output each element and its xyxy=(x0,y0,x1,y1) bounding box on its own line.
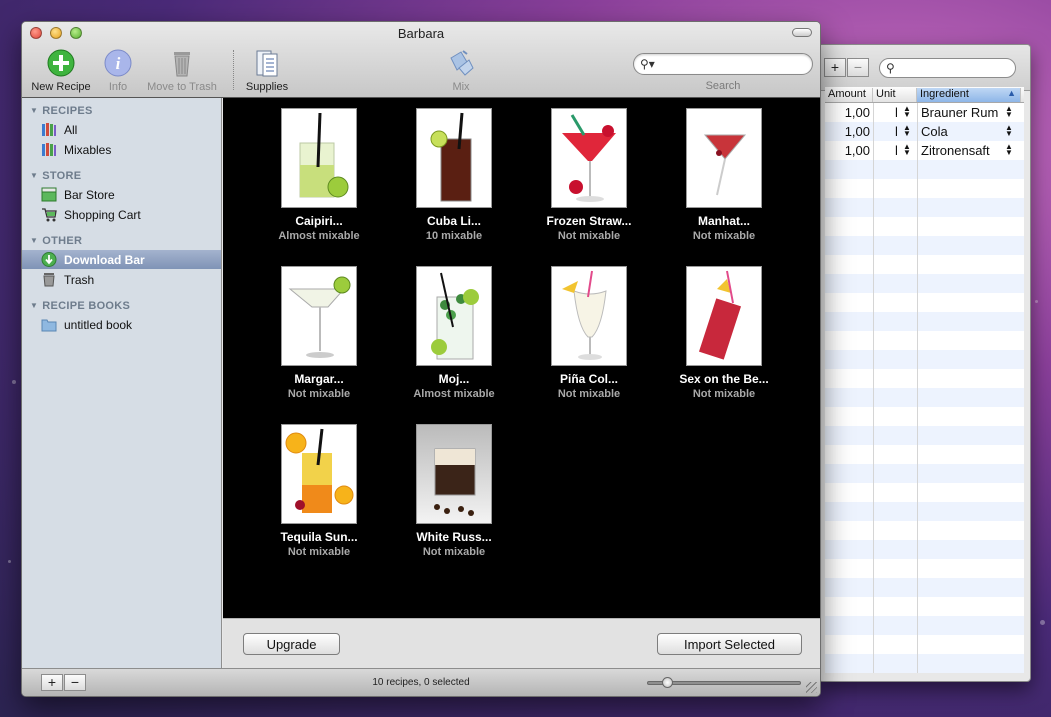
search-icon: ⚲▾ xyxy=(640,57,655,71)
recipe-thumbnail xyxy=(686,266,762,366)
add-ingredient-button[interactable]: + xyxy=(824,58,846,77)
recipe-thumbnail xyxy=(686,108,762,208)
resize-grip-icon[interactable] xyxy=(806,682,817,693)
recipe-item[interactable]: Manhat... Not mixable xyxy=(659,108,789,242)
main-window: Barbara New Recipe i Info Move to Trash xyxy=(21,21,821,697)
sidebar-item-untitled-book[interactable]: untitled book xyxy=(22,315,221,334)
ingredients-toolbar: + − ⚲ xyxy=(819,45,1030,91)
recipe-thumbnail xyxy=(551,266,627,366)
zoom-slider-knob[interactable] xyxy=(662,677,674,688)
toolbar-separator xyxy=(233,50,234,90)
recipe-thumbnail xyxy=(416,108,492,208)
info-button[interactable]: i Info xyxy=(102,48,134,93)
toolbar-toggle-button[interactable] xyxy=(792,28,812,37)
sidebar-section-recipes[interactable]: ▼ RECIPES xyxy=(30,105,93,117)
sidebar-item-bar-store[interactable]: Bar Store xyxy=(22,185,221,204)
search-label: Search xyxy=(705,80,741,92)
recipe-item[interactable]: Margar... Not mixable xyxy=(254,266,384,400)
recipe-thumbnail xyxy=(281,266,357,366)
popup-arrows-icon[interactable]: ▲ ▼ xyxy=(1005,143,1013,157)
stepper-icon[interactable]: ▲ ▼ xyxy=(903,124,911,138)
table-row[interactable]: 1,00 l ▲ ▼ Zitronensaft ▲ ▼ xyxy=(825,141,1024,160)
recipe-thumbnail xyxy=(281,424,357,524)
info-icon: i xyxy=(102,48,134,78)
stepper-icon[interactable]: ▲ ▼ xyxy=(903,143,911,157)
recipe-grid: Caipiri... Almost mixable Cuba Li... 10 … xyxy=(223,98,820,618)
books-icon xyxy=(41,122,57,137)
recipe-item[interactable]: Piña Col... Not mixable xyxy=(524,266,654,400)
trash-icon xyxy=(166,48,198,78)
books-icon xyxy=(41,142,57,157)
recipe-item[interactable]: Cuba Li... 10 mixable xyxy=(389,108,519,242)
disclosure-triangle-icon: ▼ xyxy=(30,236,39,245)
remove-ingredient-button[interactable]: − xyxy=(847,58,869,77)
recipe-item[interactable]: White Russ... Not mixable xyxy=(389,424,519,558)
new-recipe-button[interactable]: New Recipe xyxy=(29,48,93,93)
search-input[interactable] xyxy=(656,57,806,71)
ingredients-window: + − ⚲ Amount Unit Ingredient ▲ 1,00 l ▲ ▼… xyxy=(818,44,1031,682)
popup-arrows-icon[interactable]: ▲ ▼ xyxy=(1005,124,1013,138)
recipe-thumbnail xyxy=(551,108,627,208)
download-icon xyxy=(41,252,57,267)
move-to-trash-button[interactable]: Move to Trash xyxy=(142,48,222,93)
ingredients-table: 1,00 l ▲ ▼ Brauner Rum ▲ ▼ 1,00 l ▲ ▼ Cola … xyxy=(825,103,1024,673)
shaker-icon xyxy=(445,48,477,78)
window-title: Barbara xyxy=(397,26,445,41)
recipe-item[interactable]: Sex on the Be... Not mixable xyxy=(659,266,789,400)
sort-ascending-icon: ▲ xyxy=(1007,88,1016,98)
popup-arrows-icon[interactable]: ▲ ▼ xyxy=(1005,105,1013,119)
disclosure-triangle-icon: ▼ xyxy=(30,171,39,180)
recipe-item[interactable]: Caipiri... Almost mixable xyxy=(254,108,384,242)
plus-circle-icon xyxy=(45,48,77,78)
recipe-thumbnail xyxy=(281,108,357,208)
sidebar-item-all[interactable]: All xyxy=(22,120,221,139)
search-field[interactable]: ⚲▾ xyxy=(633,53,813,75)
sidebar: ▼ RECIPES All Mixables ▼ STORE Bar Store S… xyxy=(22,98,222,668)
status-bar: + − 10 recipes, 0 selected xyxy=(22,668,820,696)
column-header-unit[interactable]: Unit xyxy=(873,88,917,102)
column-header-ingredient[interactable]: Ingredient ▲ xyxy=(917,88,1021,102)
search-icon: ⚲ xyxy=(886,61,895,75)
supplies-icon xyxy=(251,48,283,78)
sidebar-section-other[interactable]: ▼ OTHER xyxy=(30,235,82,247)
ingredient-search-field[interactable]: ⚲ xyxy=(879,58,1016,78)
folder-icon xyxy=(41,317,57,332)
import-selected-button[interactable]: Import Selected xyxy=(657,633,802,655)
store-icon xyxy=(41,187,57,202)
trash-icon xyxy=(41,272,57,287)
disclosure-triangle-icon: ▼ xyxy=(30,301,39,310)
table-row[interactable]: 1,00 l ▲ ▼ Cola ▲ ▼ xyxy=(825,122,1024,141)
action-bar: Upgrade Import Selected xyxy=(223,618,820,668)
upgrade-button[interactable]: Upgrade xyxy=(243,633,340,655)
sidebar-item-shopping-cart[interactable]: Shopping Cart xyxy=(22,205,221,224)
mix-button[interactable]: Mix xyxy=(442,48,480,93)
recipe-thumbnail xyxy=(416,266,492,366)
svg-text:i: i xyxy=(116,54,121,73)
supplies-button[interactable]: Supplies xyxy=(242,48,292,93)
cart-icon xyxy=(41,207,57,222)
disclosure-triangle-icon: ▼ xyxy=(30,106,39,115)
sidebar-item-trash[interactable]: Trash xyxy=(22,270,221,289)
stepper-icon[interactable]: ▲ ▼ xyxy=(903,105,911,119)
table-row[interactable]: 1,00 l ▲ ▼ Brauner Rum ▲ ▼ xyxy=(825,103,1024,122)
column-header-amount[interactable]: Amount xyxy=(825,88,873,102)
sidebar-section-store[interactable]: ▼ STORE xyxy=(30,170,81,182)
recipe-item[interactable]: Moj... Almost mixable xyxy=(389,266,519,400)
sidebar-section-recipe-books[interactable]: ▼ RECIPE BOOKS xyxy=(30,300,130,312)
window-toolbar: Barbara New Recipe i Info Move to Trash xyxy=(22,22,820,98)
recipe-thumbnail xyxy=(416,424,492,524)
sidebar-item-download-bar[interactable]: Download Bar xyxy=(22,250,221,269)
sidebar-item-mixables[interactable]: Mixables xyxy=(22,140,221,159)
recipe-item[interactable]: Tequila Sun... Not mixable xyxy=(254,424,384,558)
recipe-item[interactable]: Frozen Straw... Not mixable xyxy=(524,108,654,242)
ingredients-table-header: Amount Unit Ingredient ▲ xyxy=(825,87,1024,103)
